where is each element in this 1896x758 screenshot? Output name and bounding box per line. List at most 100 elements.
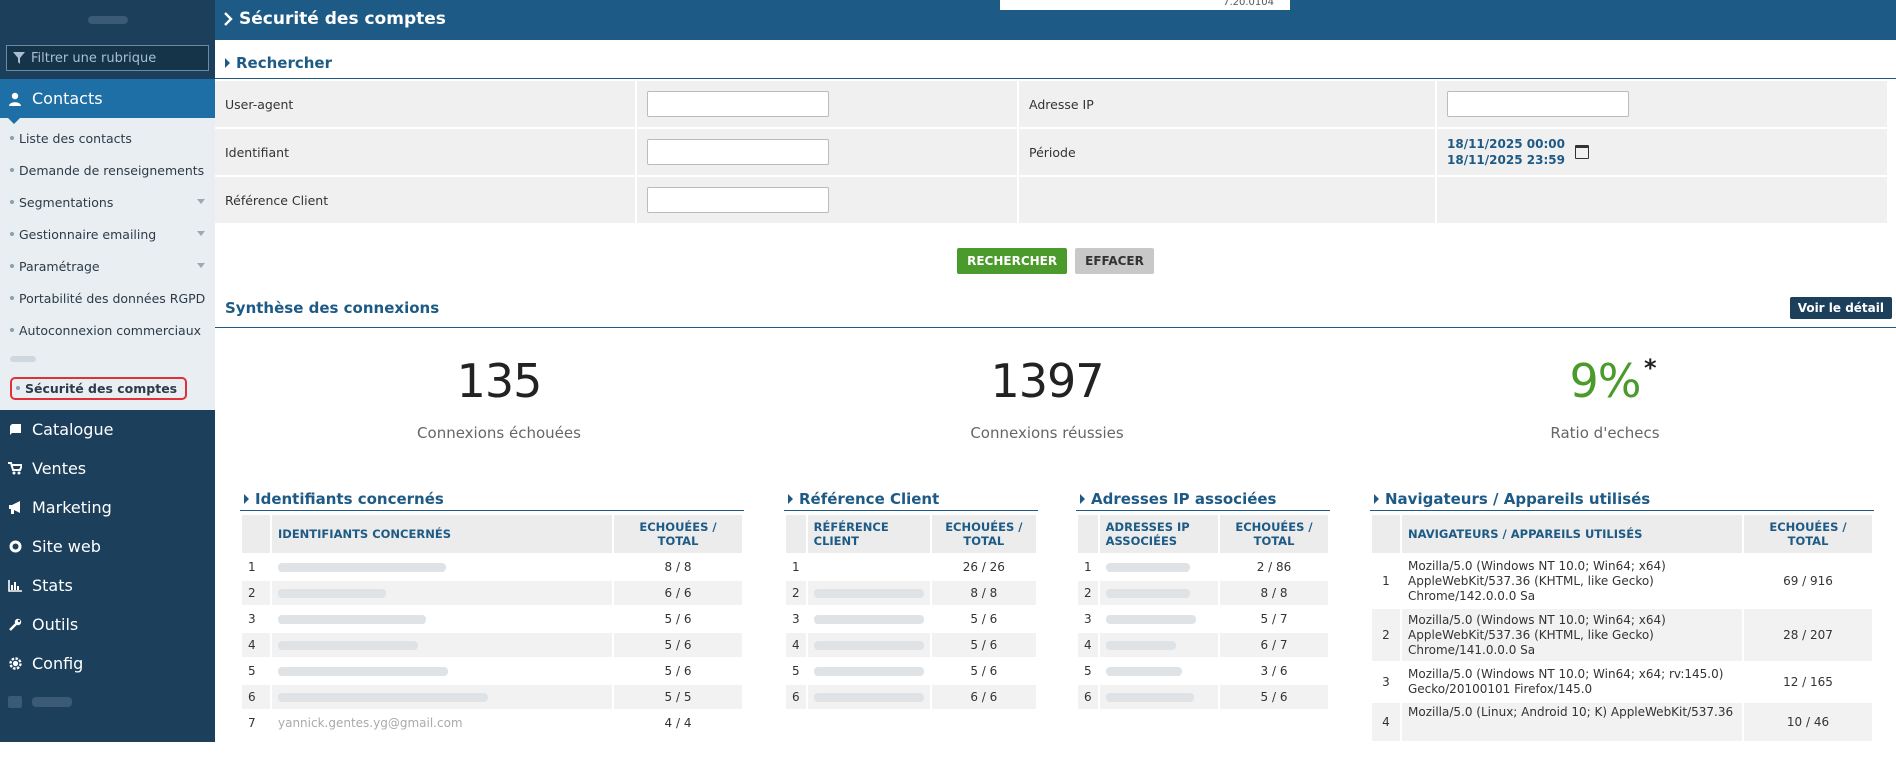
col-header[interactable]: ADRESSES IP ASSOCIÉES [1099,515,1218,553]
table-row[interactable]: 3 5 / 6 [242,607,742,631]
identifiant-input[interactable] [647,139,829,165]
stat-failed: 135 Connexions échouées [349,328,649,442]
ref-client-input[interactable] [647,187,829,213]
nav-stats[interactable]: Stats [0,566,215,605]
navigateurs-title-text: Navigateurs / Appareils utilisés [1385,490,1651,508]
sidebar-item-gestionnaire-emailing[interactable]: Gestionnaire emailing [0,218,215,250]
table-row[interactable]: 5 3 / 6 [1078,659,1328,683]
useragent-input[interactable] [647,91,829,117]
table-row[interactable]: 3 Mozilla/5.0 (Windows NT 10.0; Win64; x6… [1372,663,1872,701]
row-index: 4 [1372,703,1400,741]
nav-label: Ventes [32,459,87,478]
nav-label: Site web [32,537,101,556]
stat-failed-label: Connexions échouées [417,424,581,442]
sidebar-item-parametrage[interactable]: Paramétrage [0,250,215,282]
table-row[interactable]: 2 6 / 6 [242,581,742,605]
filter-input[interactable]: Filtrer une rubrique [6,45,209,71]
row-value: 6 / 7 [1220,633,1328,657]
table-row[interactable]: 2 8 / 8 [1078,581,1328,605]
page-title: Sécurité des comptes [223,9,446,29]
stat-ratio-value: 9% [1569,354,1642,408]
row-value: 5 / 5 [614,685,742,709]
row-value: 8 / 8 [931,581,1036,605]
identifiant-label: Identifiant [215,129,637,177]
synthese-header: Synthèse des connexions Voir le détail [215,297,1896,319]
ref-client-table: RÉFÉRENCE CLIENT ECHOUÉES / TOTAL 1 26 / 2… [784,513,1038,711]
table-row[interactable]: 5 5 / 6 [242,659,742,683]
table-row[interactable]: 4 Mozilla/5.0 (Linux; Android 10; K) Appl… [1372,703,1872,741]
nav-config[interactable]: Config [0,644,215,683]
sidebar-item-securite-comptes[interactable]: Sécurité des comptes [0,372,215,404]
row-index: 2 [786,581,806,605]
table-row[interactable]: 5 5 / 6 [786,659,1036,683]
identifiants-table: IDENTIFIANTS CONCERNÉS ECHOUÉES / TOTAL 1… [240,513,744,737]
table-row[interactable]: 6 5 / 6 [1078,685,1328,709]
row-value: 2 / 86 [1256,560,1292,574]
col-header[interactable]: NAVIGATEURS / APPAREILS UTILISÉS [1402,515,1742,553]
sidebar-item-segmentations[interactable]: Segmentations [0,186,215,218]
filter-placeholder: Filtrer une rubrique [31,50,157,66]
table-row[interactable]: 4 6 / 7 [1078,633,1328,657]
identifiants-title: Identifiants concernés [240,488,744,510]
stats-summary: 135 Connexions échouées 1397 Connexions … [215,328,1896,476]
ip-table: ADRESSES IP ASSOCIÉES ECHOUÉES / TOTAL 1 2… [1076,513,1330,711]
ip-input[interactable] [1447,91,1629,117]
sidebar-item-demande-renseignements[interactable]: Demande de renseignements [0,154,215,186]
sidebar-item-blurred[interactable] [0,346,215,372]
sidebar-item-label: Paramétrage [19,258,100,274]
nav-outils[interactable]: Outils [0,605,215,644]
row-index: 1 [248,560,256,574]
nav-blurred[interactable] [0,683,215,721]
table-row[interactable]: 3 5 / 6 [786,607,1036,631]
table-row[interactable]: 2 Mozilla/5.0 (Windows NT 10.0; Win64; x6… [1372,609,1872,661]
col-header[interactable]: ECHOUÉES / TOTAL [1744,515,1872,553]
search-button[interactable]: RECHERCHER [957,248,1068,274]
table-row[interactable]: 1 2 / 86 [1078,555,1328,579]
sidebar-item-label: Autoconnexion commerciaux [19,322,202,338]
table-row[interactable]: 4 5 / 6 [242,633,742,657]
table-row[interactable]: 7 yannick.gentes.yg@gmail.com 4 / 4 [242,711,742,735]
table-row[interactable]: 2 8 / 8 [786,581,1036,605]
table-row[interactable]: 1 26 / 26 [786,555,1036,579]
row-index: 5 [792,664,800,678]
nav-marketing[interactable]: Marketing [0,488,215,527]
row-value: 6 / 6 [614,581,742,605]
row-index: 3 [1084,612,1092,626]
col-header[interactable]: IDENTIFIANTS CONCERNÉS [272,515,612,553]
col-header[interactable]: RÉFÉRENCE CLIENT [807,515,930,553]
caret-right-icon [788,494,793,504]
gear-icon [8,657,22,671]
stat-success-label: Connexions réussies [970,424,1124,442]
user-icon [8,92,22,106]
empty-cell [1437,177,1889,225]
sidebar-item-label: Segmentations [19,194,114,210]
nav-ventes[interactable]: Ventes [0,449,215,488]
table-row[interactable]: 4 5 / 6 [786,633,1036,657]
table-row[interactable]: 6 5 / 5 [242,685,742,709]
sidebar-item-label: Sécurité des comptes [25,380,178,396]
calendar-icon[interactable] [1574,145,1589,159]
detail-button[interactable]: Voir le détail [1789,297,1892,319]
table-row[interactable]: 3 5 / 7 [1078,607,1328,631]
clear-button[interactable]: EFFACER [1075,248,1154,274]
col-header[interactable]: ECHOUÉES / TOTAL [931,515,1036,553]
sidebar-item-liste-contacts[interactable]: Liste des contacts [0,122,215,154]
ref-client-table-block: Référence Client RÉFÉRENCE CLIENT ECHOUÉE… [784,488,1038,711]
periode-value[interactable]: 18/11/2025 00:00 18/11/2025 23:59 [1447,136,1565,168]
col-header[interactable]: ECHOUÉES / TOTAL [614,515,742,553]
table-row[interactable]: 6 6 / 6 [786,685,1036,709]
navigateurs-title: Navigateurs / Appareils utilisés [1370,488,1874,510]
col-header[interactable]: ECHOUÉES / TOTAL [1220,515,1328,553]
chevron-right-icon [224,12,233,26]
nav-catalogue[interactable]: Catalogue [0,410,215,449]
nav-label: Outils [32,615,79,634]
table-row[interactable]: 1 Mozilla/5.0 (Windows NT 10.0; Win64; x6… [1372,555,1872,607]
row-value: 5 / 6 [614,633,742,657]
nav-site-web[interactable]: Site web [0,527,215,566]
sidebar-item-portabilite-rgpd[interactable]: Portabilité des données RGPD [0,282,215,314]
sidebar-item-autoconnexion[interactable]: Autoconnexion commerciaux [0,314,215,346]
nav-contacts[interactable]: Contacts [0,79,215,124]
table-row[interactable]: 1 8 / 8 [242,555,742,579]
row-value: 8 / 8 [664,560,692,574]
row-useragent: Mozilla/5.0 (Windows NT 10.0; Win64; x64… [1408,667,1724,696]
